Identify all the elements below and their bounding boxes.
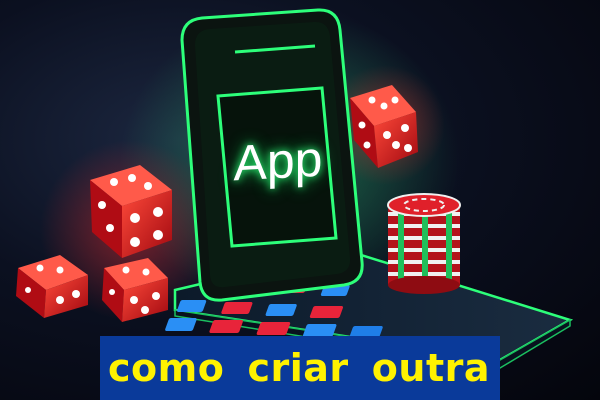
- caption-banner: como criar outra: [100, 336, 500, 400]
- caption-word: outra: [371, 346, 490, 390]
- caption-word: criar: [247, 346, 349, 390]
- caption-word: como: [108, 346, 225, 390]
- hero-image: App como criar outra: [0, 0, 600, 400]
- casino-chip-icon: [387, 193, 461, 294]
- app-screen-label: App: [233, 130, 323, 192]
